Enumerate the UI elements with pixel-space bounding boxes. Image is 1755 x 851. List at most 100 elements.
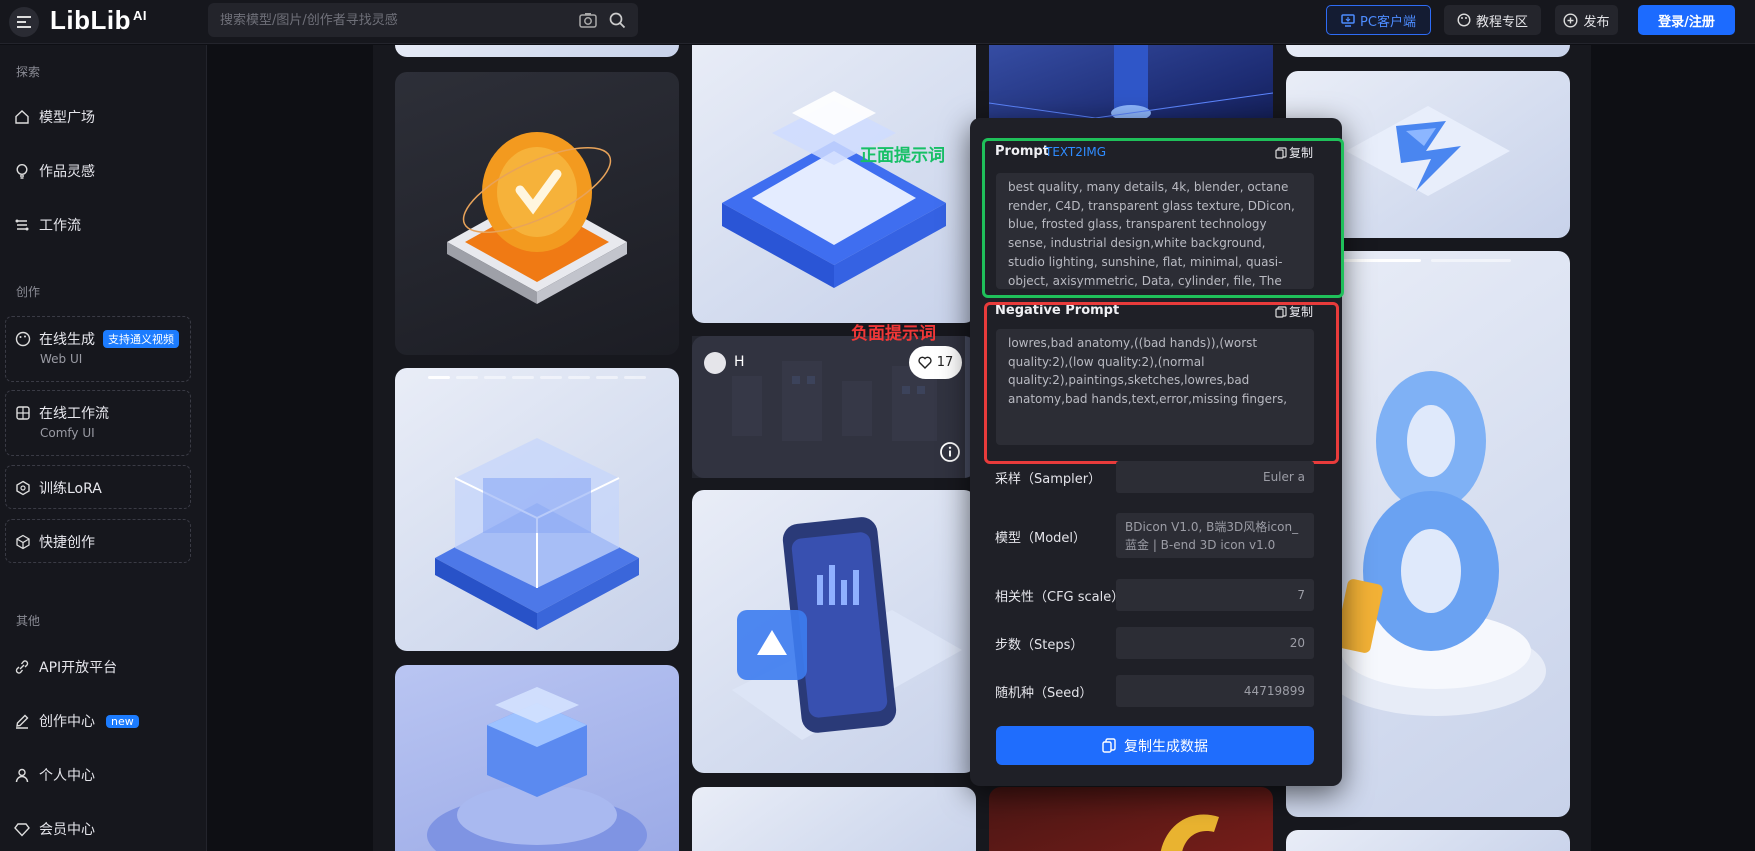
seed-value: 44719899 <box>1116 675 1314 707</box>
steps-label: 步数（Steps） <box>995 638 1084 653</box>
sidebar-item-inspiration[interactable]: 作品灵感 <box>14 161 95 181</box>
sidebar-item-personal-center[interactable]: 个人中心 <box>14 765 95 785</box>
train-lora-label: 训练LoRA <box>39 481 102 497</box>
palette-icon <box>1457 13 1471 27</box>
sidebar-card-online-workflow[interactable]: 在线工作流 Comfy UI <box>5 390 191 456</box>
search-icon[interactable] <box>609 12 626 29</box>
model-value[interactable]: BDicon V1.0, B端3D风格icon_蓝金 | B-end 3D ic… <box>1116 513 1314 558</box>
liblib-logo[interactable]: LibLib AI <box>50 5 147 36</box>
highlight-box-positive <box>982 138 1344 298</box>
copy-generation-data-button[interactable]: 复制生成数据 <box>996 726 1314 765</box>
sidebar-item-member-center[interactable]: 会员中心 <box>14 819 95 839</box>
menu-icon <box>17 16 31 28</box>
sidebar-item-api[interactable]: API开放平台 <box>14 657 117 677</box>
online-workflow-sub: Comfy UI <box>40 426 95 440</box>
lightbulb-icon <box>16 163 28 179</box>
sidebar-item-label: 工作流 <box>39 218 81 234</box>
tutorials-button[interactable]: 教程专区 <box>1444 5 1541 35</box>
image-hover-overlay: H 17 <box>692 336 965 478</box>
logo-text: LibLib <box>50 5 131 35</box>
model-label: 模型（Model） <box>995 531 1087 546</box>
pen-icon <box>16 714 29 729</box>
new-badge: new <box>106 714 139 728</box>
login-register-button[interactable]: 登录/注册 <box>1638 5 1735 35</box>
workflow-icon <box>15 219 29 231</box>
section-title-create: 创作 <box>16 285 41 299</box>
pc-client-button[interactable]: PC客户端 <box>1326 5 1431 35</box>
orange-coin-icon <box>447 132 627 304</box>
annotation-positive-prompt: 正面提示词 <box>860 146 945 166</box>
annotation-negative-prompt: 负面提示词 <box>851 324 936 344</box>
publish-label: 发布 <box>1583 14 1610 30</box>
grid-icon <box>16 406 30 420</box>
search-bar <box>208 3 638 37</box>
hexagon-icon <box>16 480 30 496</box>
pc-client-label: PC客户端 <box>1360 14 1416 30</box>
section-title-other: 其他 <box>16 614 41 628</box>
sidebar-item-label: API开放平台 <box>39 660 118 676</box>
cfg-scale-label: 相关性（CFG scale） <box>995 590 1125 605</box>
quick-create-label: 快捷创作 <box>39 535 95 551</box>
highlight-box-negative <box>984 302 1339 464</box>
avatar[interactable] <box>704 352 726 374</box>
sidebar-card-train-lora[interactable]: 训练LoRA <box>5 465 191 509</box>
username[interactable]: H <box>734 354 745 370</box>
sidebar-item-label: 会员中心 <box>39 822 95 838</box>
sidebar-card-online-gen[interactable]: 在线生成 支持通义视频 Web UI <box>5 316 191 382</box>
menu-toggle-button[interactable] <box>9 7 39 37</box>
link-icon <box>15 660 29 674</box>
glass-stack-icon <box>427 687 647 851</box>
left-sidebar: 探索 模型广场 作品灵感 工作流 创作 在线生成 支持通义视频 Web UI 在… <box>0 45 207 851</box>
online-workflow-label: 在线工作流 <box>39 406 109 422</box>
sidebar-item-creator-center[interactable]: 创作中心 new <box>14 711 139 731</box>
like-button[interactable]: 17 <box>909 346 962 379</box>
gallery-image[interactable] <box>395 368 679 651</box>
cfg-scale-value: 7 <box>1116 579 1314 611</box>
sampler-value: Euler a <box>1116 461 1314 493</box>
gold-number-icon <box>1160 814 1219 851</box>
gallery-image[interactable] <box>395 72 679 355</box>
sidebar-item-model-square[interactable]: 模型广场 <box>14 107 95 127</box>
online-gen-sub: Web UI <box>40 352 83 366</box>
heart-icon <box>918 356 932 369</box>
gallery-image[interactable] <box>1286 45 1570 57</box>
sidebar-item-workflow[interactable]: 工作流 <box>14 215 81 235</box>
phone-dashboard-icon <box>732 517 962 740</box>
search-input[interactable] <box>220 12 567 28</box>
publish-button[interactable]: 发布 <box>1555 5 1618 35</box>
tutorials-label: 教程专区 <box>1475 14 1528 30</box>
copy-icon <box>1102 738 1116 753</box>
palette-icon <box>15 331 31 347</box>
online-gen-label: 在线生成 <box>39 332 95 348</box>
diamond-icon <box>14 823 30 837</box>
sidebar-item-label: 作品灵感 <box>39 164 95 180</box>
home-icon <box>15 110 29 124</box>
info-icon[interactable] <box>939 441 961 463</box>
top-header: LibLibAI PC客户端 教程专区 发布 登录/注册 <box>0 0 1755 44</box>
online-gen-badge: 支持通义视频 <box>103 330 179 348</box>
seed-label: 随机种（Seed） <box>995 686 1093 701</box>
camera-icon[interactable] <box>579 12 597 28</box>
gallery-image[interactable] <box>692 490 976 773</box>
logo-ai: AI <box>132 8 147 23</box>
section-title-explore: 探索 <box>16 65 41 79</box>
user-icon <box>15 768 29 783</box>
steps-value: 20 <box>1116 627 1314 659</box>
gallery-image[interactable] <box>1286 830 1570 851</box>
sidebar-item-label: 模型广场 <box>39 110 95 126</box>
glass-platform-icon <box>722 91 946 288</box>
gallery-image[interactable] <box>692 787 976 851</box>
sidebar-item-label: 创作中心 <box>39 714 95 730</box>
login-label: 登录/注册 <box>1658 14 1715 30</box>
gallery-image[interactable] <box>395 45 679 57</box>
gallery-image[interactable] <box>692 45 976 323</box>
monitor-icon <box>1341 13 1355 27</box>
gallery-image[interactable] <box>395 665 679 851</box>
sidebar-item-label: 个人中心 <box>39 768 95 784</box>
sidebar-card-quick-create[interactable]: 快捷创作 <box>5 519 191 563</box>
sampler-label: 采样（Sampler） <box>995 472 1102 487</box>
like-count: 17 <box>936 355 954 370</box>
gallery-image[interactable] <box>989 787 1273 851</box>
glass-cube-icon <box>428 376 646 630</box>
copy-generation-data-label: 复制生成数据 <box>1124 738 1208 755</box>
